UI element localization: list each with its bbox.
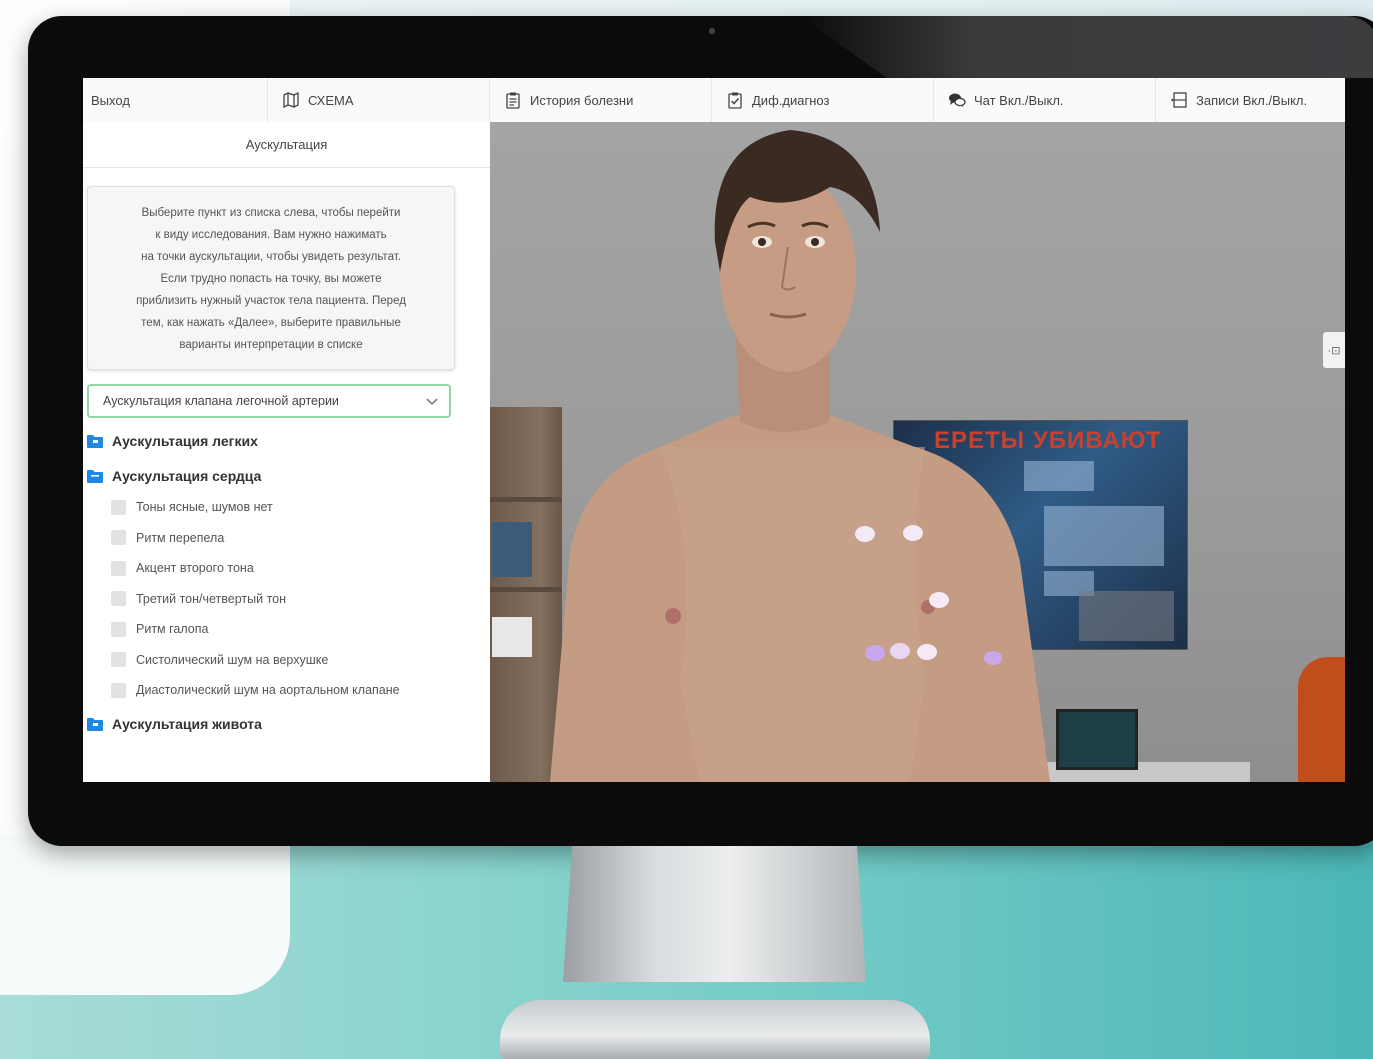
shelf-picture — [492, 522, 532, 577]
monitor-foot — [500, 1000, 930, 1059]
finding-label: Акцент второго тона — [136, 561, 254, 576]
auscultation-point[interactable] — [890, 643, 910, 659]
schema-label: СХЕМА — [308, 92, 354, 108]
app-screen: Выход СХЕМА История болезни Диф.диагноз — [83, 78, 1345, 782]
notes-panel-icon — [1170, 91, 1188, 109]
instructions-box: Выберите пункт из списка слева, чтобы пе… — [87, 186, 455, 370]
tree-group-label: Аускультация живота — [112, 715, 262, 732]
diff-diagnosis-button[interactable]: Диф.диагноз — [712, 78, 934, 122]
finding-checkbox[interactable] — [111, 499, 126, 515]
auscultation-point-selected[interactable] — [984, 651, 1002, 665]
auscultation-point-select[interactable]: Аускультация клапана легочной артерии — [87, 384, 451, 418]
tree-group-abdomen[interactable]: Аускультация живота — [87, 712, 487, 736]
instruction-line: Выберите пункт из списка слева, чтобы пе… — [141, 207, 401, 219]
finding-label: Третий тон/четвертый тон — [136, 591, 287, 606]
auscultation-point-selected[interactable] — [865, 645, 885, 661]
patient-model — [530, 122, 1070, 782]
background-corner — [0, 835, 290, 995]
webcam-dot — [709, 28, 715, 34]
folder-icon — [87, 717, 103, 731]
instruction-line: приблизить нужный участок тела пациента.… — [136, 295, 406, 307]
finding-item[interactable]: Систолический шум на верхушке — [111, 645, 487, 676]
finding-checkbox[interactable] — [111, 591, 126, 607]
notes-label: Записи Вкл./Выкл. — [1196, 92, 1308, 108]
finding-item[interactable]: Тоны ясные, шумов нет — [111, 492, 487, 523]
instruction-line: на точки аускультации, чтобы увидеть рез… — [141, 251, 401, 263]
folder-icon — [87, 435, 103, 448]
history-label: История болезни — [530, 92, 634, 108]
finding-label: Систолический шум на верхушке — [136, 652, 329, 667]
notes-toggle-button[interactable]: Записи Вкл./Выкл. — [1156, 78, 1345, 122]
finding-label: Диастолический шум на аортальном клапане — [136, 683, 400, 698]
finding-checkbox[interactable] — [111, 530, 126, 546]
patient-figure — [550, 130, 1050, 782]
tree-group-lungs[interactable]: Аускультация легких — [87, 429, 487, 453]
schema-button[interactable]: СХЕМА — [268, 78, 490, 122]
map-icon — [282, 91, 300, 109]
finding-item[interactable]: Акцент второго тона — [111, 553, 487, 584]
exit-button[interactable]: Выход — [83, 78, 268, 122]
instruction-line: к виду исследования. Вам нужно нажимать — [155, 229, 387, 241]
heart-findings-list: Тоны ясные, шумов нет Ритм перепела Акце… — [111, 492, 487, 706]
top-toolbar: Выход СХЕМА История болезни Диф.диагноз — [83, 78, 1345, 123]
select-value: Аускультация клапана легочной артерии — [103, 394, 339, 408]
shelf-paper — [492, 617, 532, 657]
tree-group-heart[interactable]: Аускультация сердца — [87, 464, 487, 488]
auscultation-point[interactable] — [917, 644, 937, 660]
clipboard-icon — [504, 91, 522, 109]
exit-label: Выход — [91, 92, 130, 108]
finding-checkbox[interactable] — [111, 652, 126, 668]
finding-label: Ритм галопа — [136, 622, 209, 637]
finding-item[interactable]: Диастолический шум на аортальном клапане — [111, 675, 487, 706]
panel-title: Аускультация — [83, 122, 490, 168]
tree-group-label: Аускультация легких — [112, 433, 258, 449]
finding-checkbox[interactable] — [111, 560, 126, 576]
auscultation-point[interactable] — [929, 592, 949, 608]
finding-label: Тоны ясные, шумов нет — [136, 500, 273, 515]
checklist-icon — [726, 91, 744, 109]
chat-bubbles-icon — [948, 91, 966, 109]
diff-label: Диф.диагноз — [752, 92, 830, 108]
finding-item[interactable]: Третий тон/четвертый тон — [111, 584, 487, 615]
finding-item[interactable]: Ритм галопа — [111, 614, 487, 645]
finding-checkbox[interactable] — [111, 682, 126, 698]
finding-checkbox[interactable] — [111, 621, 126, 637]
chevron-down-icon — [425, 394, 439, 408]
auscultation-point[interactable] — [903, 525, 923, 541]
auscultation-point[interactable] — [855, 526, 875, 542]
history-button[interactable]: История болезни — [490, 78, 712, 122]
instruction-line: Если трудно попасть на точку, вы можете — [160, 273, 382, 285]
finding-label: Ритм перепела — [136, 530, 225, 545]
chat-toggle-button[interactable]: Чат Вкл./Выкл. — [934, 78, 1156, 122]
auscultation-panel: Аускультация Выберите пункт из списка сл… — [83, 122, 491, 782]
chat-label: Чат Вкл./Выкл. — [974, 92, 1064, 108]
patient-3d-viewport[interactable]: ЕРЕТЫ УБИВАЮТ ·⊡ — [490, 122, 1345, 782]
monitor-gloss — [800, 16, 1373, 78]
instruction-line: тем, как нажать «Далее», выберите правил… — [141, 317, 401, 329]
tree-group-label: Аускультация сердца — [112, 468, 262, 484]
folder-icon — [87, 470, 103, 483]
office-chair — [1298, 657, 1345, 782]
side-panel-toggle[interactable]: ·⊡ — [1323, 332, 1345, 368]
finding-item[interactable]: Ритм перепела — [111, 523, 487, 554]
instruction-line: варианты интерпретации в списке — [179, 339, 363, 351]
poster-block — [1079, 591, 1174, 641]
exam-tree: Аускультация легких Аускультация сердца … — [87, 429, 487, 747]
